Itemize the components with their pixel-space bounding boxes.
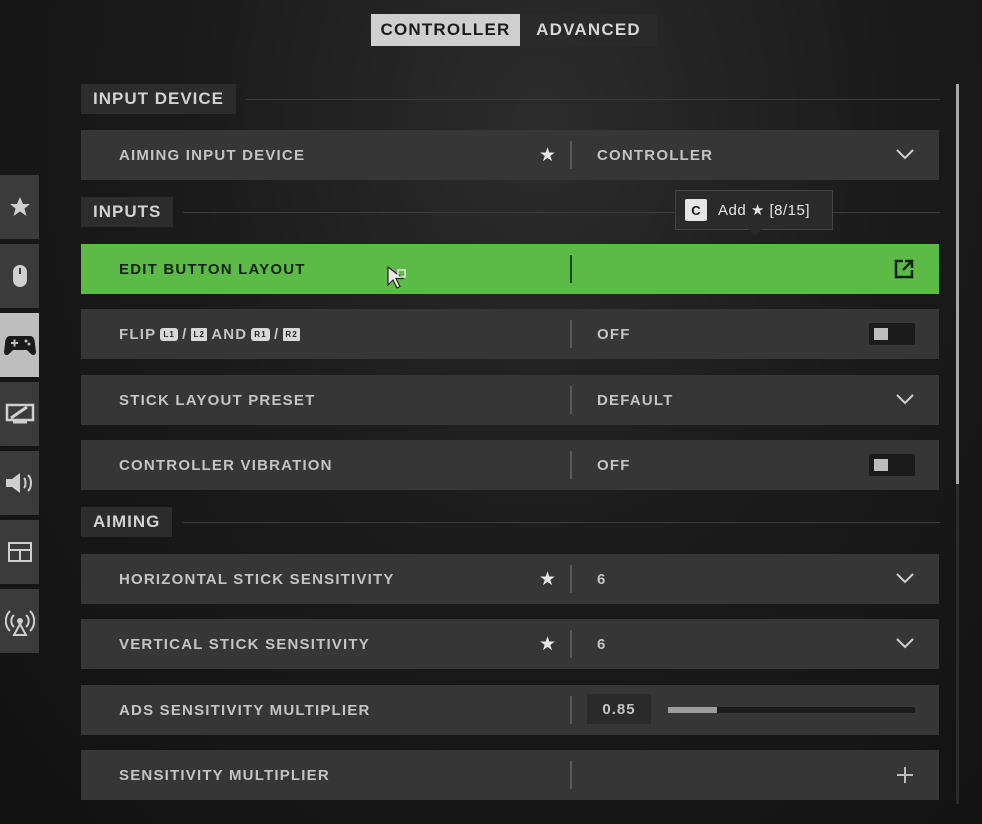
l2-button-icon: L2 (191, 327, 208, 341)
row-controller-vibration[interactable]: CONTROLLER VIBRATION OFF (81, 440, 939, 490)
favorite-star-icon[interactable]: ★ (539, 144, 556, 167)
network-icon (4, 610, 35, 636)
section-title: INPUT DEVICE (81, 84, 237, 114)
row-divider (570, 696, 572, 724)
l1-button-icon: L1 (160, 327, 179, 341)
scrollbar-track[interactable] (956, 484, 959, 804)
row-divider (570, 255, 572, 283)
flip-label: FLIP (119, 325, 157, 343)
row-sensitivity-multiplier[interactable]: SENSITIVITY MULTIPLIER (81, 750, 939, 800)
row-vertical-stick-sensitivity[interactable]: VERTICAL STICK SENSITIVITY ★ 6 (81, 619, 939, 669)
mouse-cursor-icon (387, 265, 406, 289)
interface-icon (7, 542, 32, 562)
row-label: EDIT BUTTON LAYOUT (119, 260, 306, 278)
section-title: INPUTS (81, 197, 174, 227)
favorite-star-icon[interactable]: ★ (539, 633, 556, 656)
sidebar-item-graphics[interactable] (0, 382, 39, 446)
chevron-down-icon[interactable] (895, 636, 915, 650)
row-divider (570, 630, 572, 658)
row-label: AIMING INPUT DEVICE (119, 146, 306, 164)
mouse-icon (12, 265, 27, 287)
sidebar-item-audio[interactable] (0, 451, 39, 515)
ads-multiplier-input[interactable]: 0.85 (587, 694, 651, 724)
toggle-knob (874, 328, 888, 340)
row-divider (570, 565, 572, 593)
row-label: ADS SENSITIVITY MULTIPLIER (119, 701, 371, 719)
sidebar-item-favorites[interactable] (0, 175, 39, 239)
row-edit-button-layout[interactable]: EDIT BUTTON LAYOUT (81, 244, 939, 294)
row-label: HORIZONTAL STICK SENSITIVITY (119, 570, 395, 588)
row-flip-triggers[interactable]: FLIP L1 / L2 AND R1 / R2 OFF (81, 309, 939, 359)
section-header-input-device: INPUT DEVICE (81, 84, 940, 114)
section-divider (182, 521, 940, 523)
section-title: AIMING (81, 507, 173, 537)
row-label: SENSITIVITY MULTIPLIER (119, 766, 330, 784)
row-label: VERTICAL STICK SENSITIVITY (119, 635, 370, 653)
tab-advanced[interactable]: ADVANCED (520, 14, 657, 46)
sidebar-item-controller[interactable] (0, 313, 39, 377)
favorite-star-icon[interactable]: ★ (539, 568, 556, 591)
keyboard-key-icon: C (685, 199, 707, 221)
chevron-down-icon[interactable] (895, 147, 915, 161)
row-divider (570, 386, 572, 414)
row-value: CONTROLLER (597, 146, 714, 164)
tab-controller[interactable]: CONTROLLER (371, 14, 520, 46)
vibration-toggle[interactable] (869, 454, 915, 476)
external-link-icon[interactable] (893, 258, 915, 280)
row-aiming-input-device[interactable]: AIMING INPUT DEVICE ★ CONTROLLER (81, 130, 939, 180)
row-value: 6 (597, 570, 607, 588)
row-horizontal-stick-sensitivity[interactable]: HORIZONTAL STICK SENSITIVITY ★ 6 (81, 554, 939, 604)
row-divider (570, 320, 572, 348)
gamepad-icon (3, 336, 36, 356)
flip-toggle[interactable] (869, 323, 915, 345)
slider-fill (668, 707, 718, 713)
r1-button-icon: R1 (251, 327, 270, 341)
row-stick-layout-preset[interactable]: STICK LAYOUT PRESET DEFAULT (81, 375, 939, 425)
star-icon (9, 197, 30, 216)
tooltip-text: Add ★ [8/15] (718, 202, 811, 219)
row-value: OFF (597, 456, 631, 474)
top-tab-bar: CONTROLLER ADVANCED (371, 14, 657, 46)
speaker-icon (5, 473, 32, 493)
sidebar-item-mouse[interactable] (0, 244, 39, 308)
plus-icon[interactable] (895, 765, 915, 785)
favorite-tooltip: C Add ★ [8/15] (675, 190, 833, 236)
toggle-knob (874, 459, 888, 471)
sidebar-item-network[interactable] (0, 589, 39, 653)
row-label: FLIP L1 / L2 AND R1 / R2 (119, 326, 304, 343)
chevron-down-icon[interactable] (895, 571, 915, 585)
sidebar-item-interface[interactable] (0, 520, 39, 584)
flip-separator: / (182, 325, 188, 343)
row-label: CONTROLLER VIBRATION (119, 456, 333, 474)
row-ads-sensitivity-multiplier[interactable]: ADS SENSITIVITY MULTIPLIER 0.85 (81, 685, 939, 735)
flip-and: AND (211, 325, 248, 343)
section-divider (246, 98, 940, 100)
row-divider (570, 451, 572, 479)
scrollbar-thumb[interactable] (956, 84, 959, 484)
row-divider (570, 761, 572, 789)
row-divider (570, 141, 572, 169)
row-value: DEFAULT (597, 391, 674, 409)
sidebar (0, 175, 40, 658)
ads-multiplier-slider[interactable] (668, 707, 915, 713)
display-icon (5, 403, 34, 424)
r2-button-icon: R2 (283, 327, 300, 341)
flip-separator: / (273, 325, 280, 343)
row-value: OFF (597, 325, 631, 343)
chevron-down-icon[interactable] (895, 392, 915, 406)
section-header-aiming: AIMING (81, 507, 940, 537)
row-label: STICK LAYOUT PRESET (119, 391, 316, 409)
row-value: 6 (597, 635, 607, 653)
